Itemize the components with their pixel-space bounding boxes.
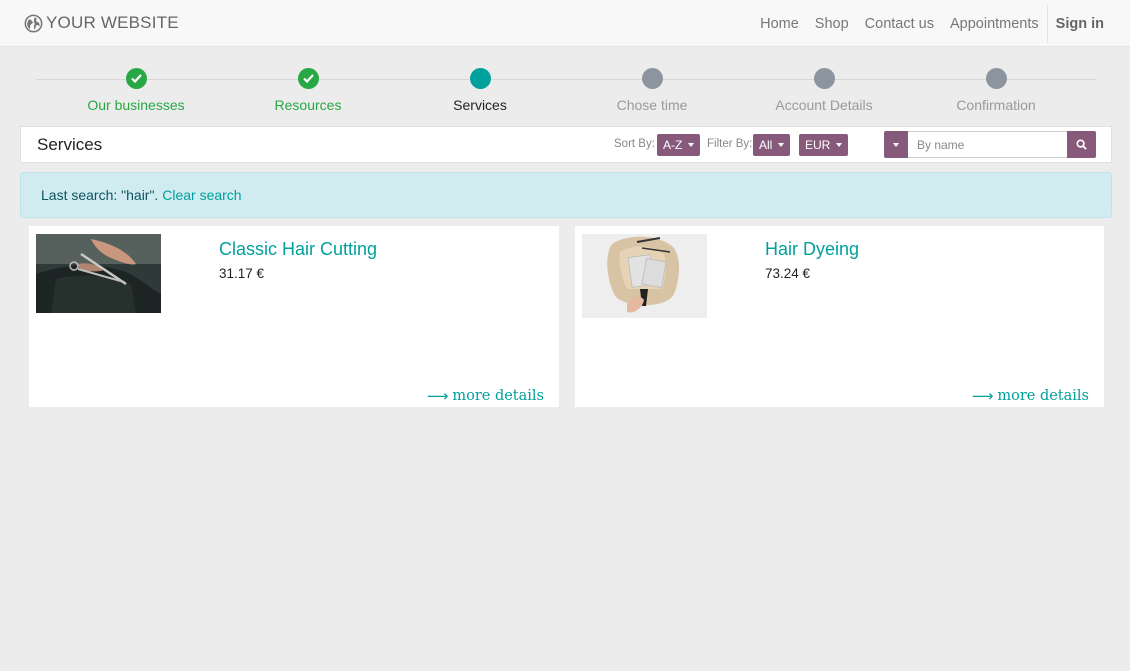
service-image[interactable] — [36, 234, 161, 313]
step-dot — [641, 68, 663, 89]
step-label: Services — [453, 97, 507, 113]
caret-down-icon — [893, 142, 899, 147]
sort-value: A-Z — [663, 138, 683, 152]
caret-down-icon — [778, 143, 785, 147]
service-price: 73.24 € — [765, 266, 811, 281]
clear-search-link[interactable]: Clear search — [162, 187, 241, 203]
logo-text: YOUR WEBSITE — [46, 13, 179, 32]
booking-progress: Our businesses Resources Services Chose … — [0, 58, 1130, 120]
step-dot — [813, 68, 835, 89]
nav-shop[interactable]: Shop — [807, 16, 857, 32]
globe-icon — [24, 14, 43, 32]
alert-text-wrap: Last search: "hair". Clear search — [41, 187, 242, 203]
search-options-dropdown[interactable] — [884, 131, 908, 158]
arrow-right-icon: ⟶ — [426, 387, 449, 405]
more-details-link[interactable]: ⟶ more details — [427, 387, 544, 405]
check-icon — [130, 74, 142, 83]
site-header: YOUR WEBSITE Home Shop Contact us Appoin… — [0, 0, 1130, 47]
service-price: 31.17 € — [219, 266, 265, 281]
nav-contact-us[interactable]: Contact us — [857, 16, 942, 32]
services-toolbar: Services Sort By: A-Z Filter By: All EUR — [20, 126, 1112, 163]
service-name[interactable]: Classic Hair Cutting — [219, 239, 377, 260]
step-dot — [125, 68, 147, 89]
main-nav: Home Shop Contact us Appointments Sign i… — [752, 0, 1104, 47]
step-label: Our businesses — [87, 97, 185, 113]
sign-in-link[interactable]: Sign in — [1048, 16, 1104, 32]
filter-value: All — [759, 138, 773, 152]
caret-down-icon — [688, 143, 695, 147]
nav-home[interactable]: Home — [752, 16, 807, 32]
step-resources[interactable]: Resources — [222, 68, 394, 113]
search-input[interactable] — [908, 131, 1067, 158]
sort-by-label: Sort By: — [614, 138, 655, 150]
service-card: Hair Dyeing 73.24 € ⟶ more details — [575, 226, 1104, 407]
site-logo[interactable]: YOUR WEBSITE — [24, 12, 179, 34]
step-label: Chose time — [616, 97, 688, 113]
search-button[interactable] — [1067, 131, 1096, 158]
filter-by-label: Filter By: — [707, 138, 753, 150]
service-image[interactable] — [582, 234, 707, 318]
nav-appointments[interactable]: Appointments — [942, 16, 1047, 32]
step-label: Confirmation — [956, 97, 1036, 113]
step-dot — [469, 68, 491, 89]
more-details-link[interactable]: ⟶ more details — [972, 387, 1089, 405]
currency-value: EUR — [805, 138, 831, 152]
step-account-details: Account Details — [738, 68, 910, 113]
service-name[interactable]: Hair Dyeing — [765, 239, 859, 260]
service-card: Classic Hair Cutting 31.17 € ⟶ more deta… — [29, 226, 559, 407]
arrow-right-icon: ⟶ — [971, 387, 994, 405]
check-icon — [302, 74, 314, 83]
hair-dyeing-image — [582, 234, 707, 318]
search-group — [884, 131, 1096, 158]
more-details-label: more details — [452, 388, 544, 404]
haircut-image — [36, 234, 161, 313]
step-confirmation: Confirmation — [910, 68, 1082, 113]
step-chose-time: Chose time — [566, 68, 738, 113]
step-label: Resources — [274, 97, 342, 113]
currency-dropdown[interactable]: EUR — [799, 134, 849, 156]
sort-dropdown[interactable]: A-Z — [657, 134, 701, 156]
step-dot — [297, 68, 319, 89]
search-icon — [1076, 139, 1087, 150]
last-search-text: Last search: "hair". — [41, 187, 159, 203]
filter-dropdown[interactable]: All — [753, 134, 791, 156]
step-label: Account Details — [775, 97, 873, 113]
caret-down-icon — [836, 143, 843, 147]
step-dot — [985, 68, 1007, 89]
more-details-label: more details — [997, 388, 1089, 404]
last-search-alert: Last search: "hair". Clear search — [20, 172, 1112, 218]
step-our-businesses[interactable]: Our businesses — [50, 68, 222, 113]
page-title: Services — [37, 135, 103, 154]
step-services: Services — [394, 68, 566, 113]
